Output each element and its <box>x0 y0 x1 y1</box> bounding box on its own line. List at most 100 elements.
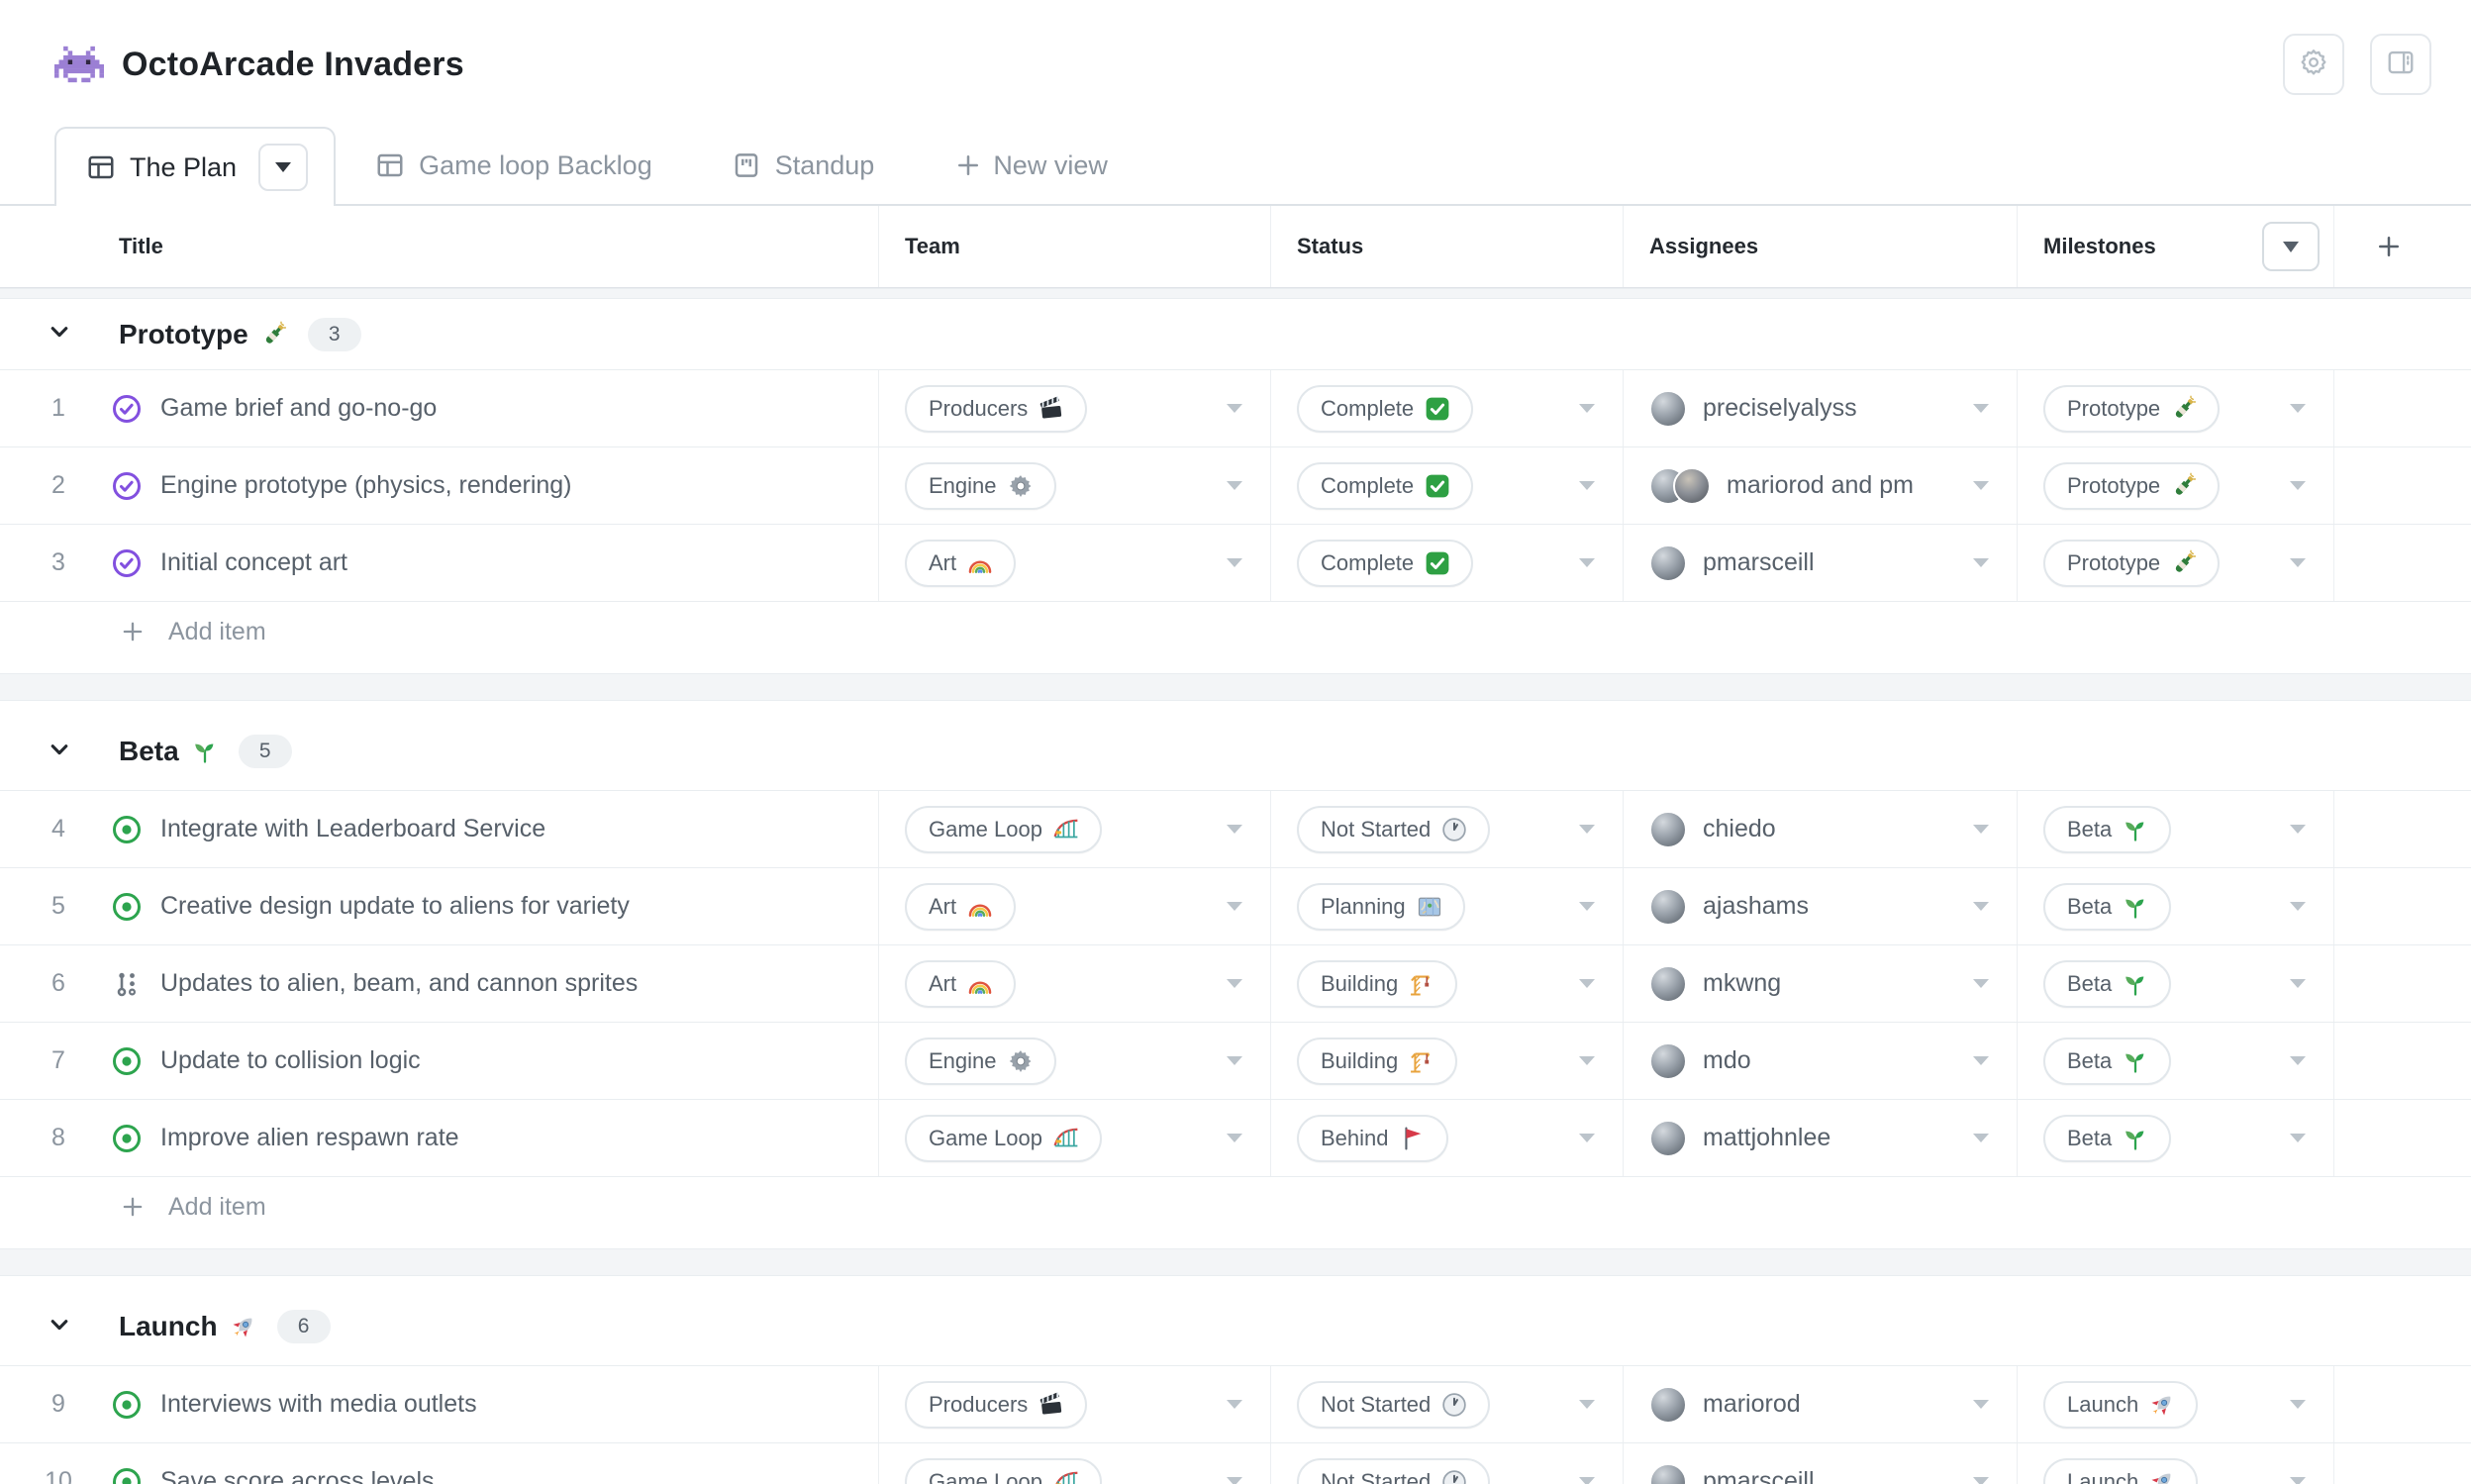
dropdown-caret-icon[interactable] <box>1227 825 1242 834</box>
dropdown-caret-icon[interactable] <box>1579 404 1595 413</box>
assignees-cell[interactable]: mariorod <box>1624 1366 2018 1442</box>
dropdown-caret-icon[interactable] <box>2290 481 2306 490</box>
team-cell[interactable]: Engine <box>879 447 1271 524</box>
collapse-group-button[interactable] <box>40 315 79 354</box>
dropdown-caret-icon[interactable] <box>1579 558 1595 567</box>
dropdown-caret-icon[interactable] <box>1227 558 1242 567</box>
team-cell[interactable]: Art <box>879 868 1271 944</box>
milestone-chip[interactable]: Beta <box>2043 805 2172 853</box>
dropdown-caret-icon[interactable] <box>1973 1134 1989 1142</box>
assignees-cell[interactable]: preciselyalyss <box>1624 370 2018 446</box>
dropdown-caret-icon[interactable] <box>1973 979 1989 988</box>
status-chip[interactable]: Building <box>1297 1037 1458 1085</box>
team-cell[interactable]: Producers <box>879 1366 1271 1442</box>
column-header-title[interactable]: Title <box>0 206 879 287</box>
dropdown-caret-icon[interactable] <box>1579 1134 1595 1142</box>
milestone-cell[interactable]: Launch <box>2018 1366 2334 1442</box>
milestone-chip[interactable]: Beta <box>2043 1114 2172 1162</box>
team-chip[interactable]: Art <box>905 882 1017 931</box>
team-cell[interactable]: Producers <box>879 370 1271 446</box>
dropdown-caret-icon[interactable] <box>1227 481 1242 490</box>
status-cell[interactable]: Complete <box>1271 370 1624 446</box>
team-cell[interactable]: Game Loop <box>879 1443 1271 1484</box>
status-chip[interactable]: Not Started <box>1297 1457 1491 1484</box>
status-cell[interactable]: Not Started <box>1271 1443 1624 1484</box>
milestone-cell[interactable]: Prototype <box>2018 525 2334 601</box>
status-chip[interactable]: Complete <box>1297 384 1474 433</box>
add-item-button[interactable]: Add item <box>0 1177 2471 1237</box>
dropdown-caret-icon[interactable] <box>2290 902 2306 911</box>
add-column-button[interactable] <box>2334 206 2471 287</box>
column-header-assignees[interactable]: Assignees <box>1624 206 2018 287</box>
item-title[interactable]: Integrate with Leaderboard Service <box>160 815 545 843</box>
dropdown-caret-icon[interactable] <box>1579 902 1595 911</box>
team-chip[interactable]: Game Loop <box>905 1114 1102 1162</box>
item-title[interactable]: Save score across levels <box>160 1467 435 1484</box>
dropdown-caret-icon[interactable] <box>1973 1056 1989 1065</box>
dropdown-caret-icon[interactable] <box>2290 1400 2306 1409</box>
milestone-chip[interactable]: Launch <box>2043 1380 2199 1429</box>
status-cell[interactable]: Building <box>1271 945 1624 1022</box>
dropdown-caret-icon[interactable] <box>2290 404 2306 413</box>
dropdown-caret-icon[interactable] <box>1227 902 1242 911</box>
team-chip[interactable]: Art <box>905 539 1017 587</box>
status-chip[interactable]: Complete <box>1297 461 1474 510</box>
new-view-button[interactable]: New view <box>914 127 1147 204</box>
dropdown-caret-icon[interactable] <box>2290 825 2306 834</box>
item-title[interactable]: Game brief and go-no-go <box>160 394 437 423</box>
status-cell[interactable]: Planning <box>1271 868 1624 944</box>
side-panel-button[interactable] <box>2370 34 2431 95</box>
status-cell[interactable]: Behind <box>1271 1100 1624 1176</box>
tab-menu-button[interactable] <box>258 144 309 191</box>
assignees-cell[interactable]: mkwng <box>1624 945 2018 1022</box>
dropdown-caret-icon[interactable] <box>2290 979 2306 988</box>
assignees-cell[interactable]: mariorod and pm <box>1624 447 2018 524</box>
milestone-cell[interactable]: Prototype <box>2018 447 2334 524</box>
milestone-cell[interactable]: Prototype <box>2018 370 2334 446</box>
item-title[interactable]: Update to collision logic <box>160 1046 421 1075</box>
assignees-cell[interactable]: chiedo <box>1624 791 2018 867</box>
milestone-cell[interactable]: Beta <box>2018 1023 2334 1099</box>
team-chip[interactable]: Game Loop <box>905 805 1102 853</box>
team-cell[interactable]: Art <box>879 525 1271 601</box>
dropdown-caret-icon[interactable] <box>1973 1477 1989 1484</box>
assignees-cell[interactable]: mattjohnlee <box>1624 1100 2018 1176</box>
dropdown-caret-icon[interactable] <box>1973 1400 1989 1409</box>
status-chip[interactable]: Building <box>1297 959 1458 1008</box>
dropdown-caret-icon[interactable] <box>1227 979 1242 988</box>
dropdown-caret-icon[interactable] <box>1579 1477 1595 1484</box>
milestone-chip[interactable]: Beta <box>2043 959 2172 1008</box>
status-chip[interactable]: Not Started <box>1297 805 1491 853</box>
dropdown-caret-icon[interactable] <box>1579 1056 1595 1065</box>
status-chip[interactable]: Complete <box>1297 539 1474 587</box>
milestone-chip[interactable]: Beta <box>2043 882 2172 931</box>
milestone-chip[interactable]: Prototype <box>2043 539 2221 587</box>
dropdown-caret-icon[interactable] <box>2290 1056 2306 1065</box>
status-cell[interactable]: Not Started <box>1271 1366 1624 1442</box>
dropdown-caret-icon[interactable] <box>1579 1400 1595 1409</box>
tab-the-plan[interactable]: The Plan <box>54 127 337 206</box>
dropdown-caret-icon[interactable] <box>1973 558 1989 567</box>
team-cell[interactable]: Art <box>879 945 1271 1022</box>
milestone-chip[interactable]: Launch <box>2043 1457 2199 1484</box>
column-header-milestones[interactable]: Milestones <box>2018 206 2334 287</box>
item-title[interactable]: Engine prototype (physics, rendering) <box>160 471 572 500</box>
assignees-cell[interactable]: pmarsceill <box>1624 1443 2018 1484</box>
milestone-chip[interactable]: Beta <box>2043 1037 2172 1085</box>
dropdown-caret-icon[interactable] <box>2290 1134 2306 1142</box>
dropdown-caret-icon[interactable] <box>1227 1400 1242 1409</box>
item-title[interactable]: Updates to alien, beam, and cannon sprit… <box>160 969 638 998</box>
column-header-team[interactable]: Team <box>879 206 1271 287</box>
team-chip[interactable]: Producers <box>905 1380 1088 1429</box>
collapse-group-button[interactable] <box>40 732 79 771</box>
dropdown-caret-icon[interactable] <box>1973 902 1989 911</box>
milestone-cell[interactable]: Beta <box>2018 791 2334 867</box>
column-menu-button[interactable] <box>2262 222 2320 271</box>
tab-game-loop-backlog[interactable]: Game loop Backlog <box>336 127 692 204</box>
status-cell[interactable]: Building <box>1271 1023 1624 1099</box>
status-chip[interactable]: Not Started <box>1297 1380 1491 1429</box>
assignees-cell[interactable]: pmarsceill <box>1624 525 2018 601</box>
milestone-cell[interactable]: Beta <box>2018 945 2334 1022</box>
milestone-cell[interactable]: Launch <box>2018 1443 2334 1484</box>
item-title[interactable]: Interviews with media outlets <box>160 1390 477 1419</box>
